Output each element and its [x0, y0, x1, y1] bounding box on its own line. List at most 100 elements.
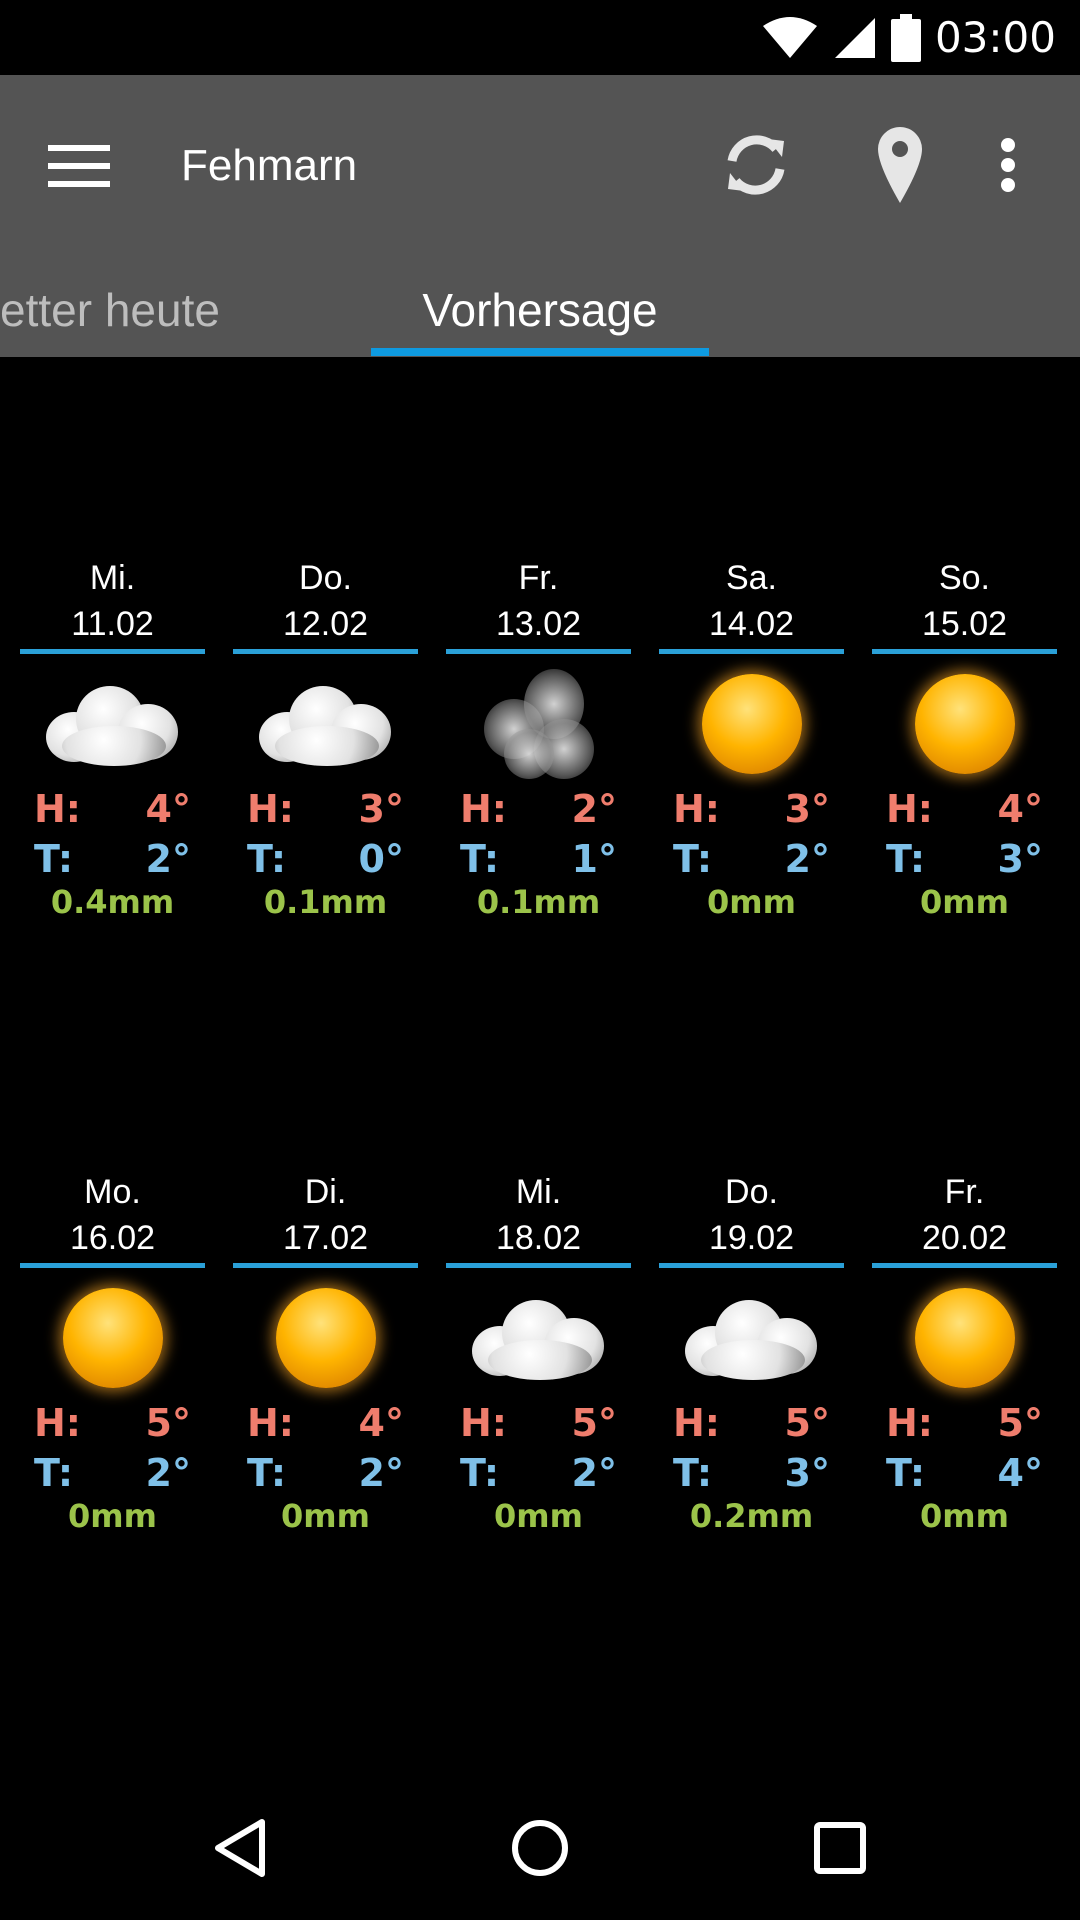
low-value: 2°	[358, 1451, 404, 1495]
high-temp-row: H: 2°	[446, 784, 631, 834]
weather-icon-wrap	[20, 664, 205, 784]
menu-icon-line	[48, 181, 110, 187]
tab-weather-today[interactable]: etter heute	[0, 265, 220, 355]
low-temp-row: T: 3°	[659, 1448, 844, 1498]
status-bar: 03:00	[0, 0, 1080, 75]
day-name: Fr.	[518, 559, 559, 597]
day-date: 20.02	[921, 1219, 1008, 1257]
low-temp-row: T: 3°	[872, 834, 1057, 884]
high-temp-row: H: 5°	[872, 1398, 1057, 1448]
high-temp-row: H: 5°	[659, 1398, 844, 1448]
precipitation: 0.1mm	[476, 883, 601, 921]
precipitation: 0.1mm	[263, 883, 388, 921]
high-value: 4°	[358, 1401, 404, 1445]
forecast-day: Mi. 11.02 H: 4° T: 2° 0.4mm	[20, 555, 205, 920]
day-date: 11.02	[71, 605, 154, 643]
low-value: 0°	[358, 837, 404, 881]
more-options-button[interactable]	[960, 117, 1056, 213]
low-temp-row: T: 2°	[233, 1448, 418, 1498]
low-value: 3°	[784, 1451, 830, 1495]
forecast-day: Fr. 13.02 H: 2° T: 1° 0.1mm	[446, 555, 631, 920]
low-label: T:	[34, 1451, 74, 1495]
high-temp-row: H: 3°	[659, 784, 844, 834]
home-icon	[512, 1820, 568, 1876]
high-value: 3°	[784, 787, 830, 831]
low-value: 2°	[145, 1451, 191, 1495]
sun-icon	[701, 674, 802, 774]
status-time: 03:00	[934, 13, 1056, 62]
day-name: Di.	[304, 1173, 347, 1211]
high-temp-row: H: 3°	[233, 784, 418, 834]
forecast-day: Fr. 20.02 H: 5° T: 4° 0mm	[872, 1169, 1057, 1534]
sun-icon	[914, 674, 1015, 774]
low-temp-row: T: 2°	[20, 834, 205, 884]
sun-icon	[275, 1288, 376, 1388]
low-label: T:	[886, 837, 926, 881]
day-date: 15.02	[921, 605, 1008, 643]
day-date: 12.02	[282, 605, 369, 643]
location-button[interactable]	[852, 117, 948, 213]
navigation-bar	[0, 1776, 1080, 1920]
low-value: 3°	[997, 837, 1043, 881]
day-underline	[659, 1263, 844, 1268]
low-label: T:	[460, 1451, 500, 1495]
forecast-day: Do. 12.02 H: 3° T: 0° 0.1mm	[233, 555, 418, 920]
app-bar: Fehmarn etter heute Vorhersage	[0, 75, 1080, 357]
precipitation: 0.4mm	[50, 883, 175, 921]
high-temp-row: H: 4°	[20, 784, 205, 834]
weather-icon-wrap	[872, 1278, 1057, 1398]
day-name: Mi.	[89, 559, 136, 597]
sun-icon	[62, 1288, 163, 1388]
forecast-day: Sa. 14.02 H: 3° T: 2° 0mm	[659, 555, 844, 920]
high-value: 4°	[145, 787, 191, 831]
high-value: 5°	[784, 1401, 830, 1445]
weather-icon-wrap	[659, 1278, 844, 1398]
fog-icon	[474, 659, 604, 789]
low-value: 2°	[571, 1451, 617, 1495]
precipitation: 0mm	[707, 883, 796, 921]
recents-button[interactable]	[790, 1798, 890, 1898]
low-temp-row: T: 0°	[233, 834, 418, 884]
cloud-icon	[38, 674, 188, 774]
cloud-icon	[677, 1288, 827, 1388]
day-name: Do.	[299, 559, 352, 597]
forecast-day: Mo. 16.02 H: 5° T: 2° 0mm	[20, 1169, 205, 1534]
forecast-day: So. 15.02 H: 4° T: 3° 0mm	[872, 555, 1057, 920]
day-underline	[233, 1263, 418, 1268]
high-label: H:	[34, 787, 81, 831]
back-button[interactable]	[190, 1798, 290, 1898]
day-name: So.	[938, 559, 991, 597]
forecast-day: Di. 17.02 H: 4° T: 2° 0mm	[233, 1169, 418, 1534]
weather-icon-wrap	[233, 1278, 418, 1398]
precipitation: 0mm	[494, 1497, 583, 1535]
location-pin-icon	[878, 127, 922, 203]
tab-forecast[interactable]: Vorhersage	[371, 265, 709, 355]
day-underline	[872, 1263, 1057, 1268]
cloud-icon	[251, 674, 401, 774]
day-date: 17.02	[282, 1219, 369, 1257]
refresh-button[interactable]	[708, 117, 804, 213]
home-button[interactable]	[490, 1798, 590, 1898]
high-label: H:	[247, 787, 294, 831]
precipitation: 0mm	[281, 1497, 370, 1535]
high-label: H:	[673, 787, 720, 831]
battery-icon	[890, 13, 921, 62]
day-underline	[20, 649, 205, 654]
low-value: 2°	[784, 837, 830, 881]
day-underline	[20, 1263, 205, 1268]
cloud-icon	[464, 1288, 614, 1388]
menu-icon-line	[48, 145, 110, 151]
high-value: 5°	[571, 1401, 617, 1445]
menu-button[interactable]	[48, 130, 120, 202]
day-name: Do.	[725, 1173, 778, 1211]
low-value: 2°	[145, 837, 191, 881]
day-underline	[872, 649, 1057, 654]
high-label: H:	[886, 787, 933, 831]
high-label: H:	[886, 1401, 933, 1445]
weather-icon-wrap	[659, 664, 844, 784]
low-label: T:	[460, 837, 500, 881]
low-label: T:	[34, 837, 74, 881]
low-temp-row: T: 4°	[872, 1448, 1057, 1498]
tab-indicator	[371, 348, 709, 356]
weather-icon-wrap	[872, 664, 1057, 784]
